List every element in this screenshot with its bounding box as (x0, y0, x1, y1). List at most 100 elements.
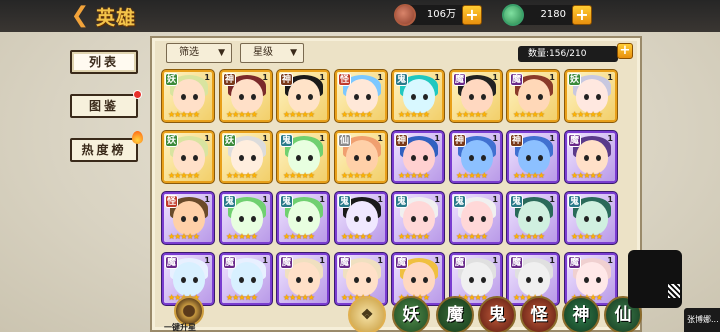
hero-eye (481, 277, 486, 283)
hero-level: 1 (607, 195, 613, 204)
faction-mo-button[interactable]: 魔 (436, 296, 474, 332)
star-dropdown[interactable]: 星级 ▼ (240, 43, 304, 63)
hero-card[interactable]: 妖 1 ★★★★★ (162, 131, 214, 183)
tab-popularity-label: 热度榜 (81, 143, 127, 157)
tab-popularity[interactable]: 热度榜 (70, 131, 143, 162)
hero-level: 1 (377, 195, 383, 204)
jade-value: 2180 (540, 9, 566, 20)
hero-portrait (403, 140, 435, 174)
expand-slots-button[interactable]: + (617, 43, 633, 59)
hero-card[interactable]: 怪 1 ★★★★★ (162, 192, 214, 244)
tab-codex[interactable]: 图鉴 (70, 90, 142, 118)
hero-card[interactable]: 神 1 ★★★★★ (392, 131, 444, 183)
hero-card[interactable]: 妖 1 ★★★★★ (565, 70, 617, 122)
back-arrow-icon[interactable]: ❮ (66, 4, 94, 28)
hero-card[interactable]: 鬼 1 ★★★★★ (277, 192, 329, 244)
hero-card[interactable]: 魔 1 ★★★★★ (565, 131, 617, 183)
hero-eye (596, 155, 601, 161)
star-rating-icon: ★★★★★ (456, 171, 488, 180)
faction-tag: 妖 (165, 134, 178, 147)
faction-tag: 魔 (453, 256, 466, 269)
hero-portrait (403, 79, 435, 113)
hero-card[interactable]: 鬼 1 ★★★★★ (392, 70, 444, 122)
star-rating-icon: ★★★★★ (571, 232, 603, 241)
filter-dropdown[interactable]: 筛选 ▼ (166, 43, 232, 63)
hero-eye (526, 155, 531, 161)
hero-eye (411, 94, 416, 100)
hero-card[interactable]: 神 1 ★★★★★ (277, 70, 329, 122)
hero-card[interactable]: 仙 1 ★★★★★ (335, 131, 387, 183)
hero-card[interactable]: 魔 1 ★★★★★ (507, 70, 559, 122)
faction-tag: 鬼 (568, 195, 581, 208)
star-rating-icon: ★★★★★ (513, 171, 545, 180)
hero-portrait (173, 262, 205, 296)
faction-tag: 怪 (165, 195, 178, 208)
faction-tag: 魔 (453, 73, 466, 86)
hero-card[interactable]: 魔 1 ★★★★★ (220, 253, 272, 305)
faction-tag: 魔 (165, 256, 178, 269)
hero-card[interactable]: 魔 1 ★★★★★ (450, 70, 502, 122)
hero-eye (251, 277, 256, 283)
hero-portrait (576, 140, 608, 174)
hero-eye (481, 94, 486, 100)
hero-level: 1 (319, 195, 325, 204)
hero-eye (584, 277, 589, 283)
hero-eye (239, 216, 244, 222)
hero-portrait (231, 262, 263, 296)
hero-level: 1 (434, 73, 440, 82)
faction-shen-button[interactable]: 神 (562, 296, 600, 332)
hero-level: 1 (262, 73, 268, 82)
hero-card[interactable]: 鬼 1 ★★★★★ (392, 192, 444, 244)
hero-portrait (231, 140, 263, 174)
faction-all-button[interactable]: ❖ (348, 296, 386, 332)
hero-card[interactable]: 鬼 1 ★★★★★ (450, 192, 502, 244)
hero-level: 1 (262, 134, 268, 143)
hero-card[interactable]: 鬼 1 ★★★★★ (507, 192, 559, 244)
hero-eye (366, 94, 371, 100)
hero-eye (411, 216, 416, 222)
viewer-name: 张博娜... (684, 308, 720, 332)
add-jade-button[interactable]: + (572, 5, 592, 25)
hero-card[interactable]: 神 1 ★★★★★ (507, 131, 559, 183)
hero-level: 1 (204, 73, 210, 82)
faction-tag: 神 (453, 134, 466, 147)
hero-card[interactable]: 鬼 1 ★★★★★ (277, 131, 329, 183)
hero-eye (538, 94, 543, 100)
hero-portrait (173, 201, 205, 235)
hero-eye (481, 155, 486, 161)
star-rating-icon: ★★★★★ (456, 232, 488, 241)
add-coins-button[interactable]: + (462, 5, 482, 25)
hero-card[interactable]: 妖 1 ★★★★★ (162, 70, 214, 122)
hero-portrait (173, 79, 205, 113)
faction-tag: 妖 (568, 73, 581, 86)
star-rating-icon: ★★★★★ (226, 293, 258, 302)
star-rating-icon: ★★★★★ (341, 171, 373, 180)
tab-list[interactable]: 列表 (70, 50, 138, 74)
hero-eye (423, 155, 428, 161)
hero-card[interactable]: 魔 1 ★★★★★ (277, 253, 329, 305)
hero-level: 1 (607, 73, 613, 82)
hero-card[interactable]: 鬼 1 ★★★★★ (220, 192, 272, 244)
hero-card[interactable]: 怪 1 ★★★★★ (335, 70, 387, 122)
star-rating-icon: ★★★★★ (341, 232, 373, 241)
faction-guai-button[interactable]: 怪 (520, 296, 558, 332)
star-rating-icon: ★★★★★ (168, 171, 200, 180)
hero-level: 1 (204, 195, 210, 204)
hero-card[interactable]: 妖 1 ★★★★★ (220, 131, 272, 183)
faction-tag: 魔 (395, 256, 408, 269)
hero-card[interactable]: 鬼 1 ★★★★★ (565, 192, 617, 244)
hero-eye (354, 216, 359, 222)
dropdown-arrow-icon: ▼ (218, 48, 225, 58)
hero-level: 1 (377, 256, 383, 265)
hero-card[interactable]: 鬼 1 ★★★★★ (335, 192, 387, 244)
faction-yao-button[interactable]: 妖 (392, 296, 430, 332)
hero-eye (423, 216, 428, 222)
hero-portrait (461, 201, 493, 235)
hero-card[interactable]: 神 1 ★★★★★ (220, 70, 272, 122)
faction-tag: 鬼 (395, 195, 408, 208)
hero-card[interactable]: 神 1 ★★★★★ (450, 131, 502, 183)
faction-gui-button[interactable]: 鬼 (478, 296, 516, 332)
hero-eye (469, 94, 474, 100)
hero-portrait (576, 79, 608, 113)
hero-level: 1 (549, 73, 555, 82)
